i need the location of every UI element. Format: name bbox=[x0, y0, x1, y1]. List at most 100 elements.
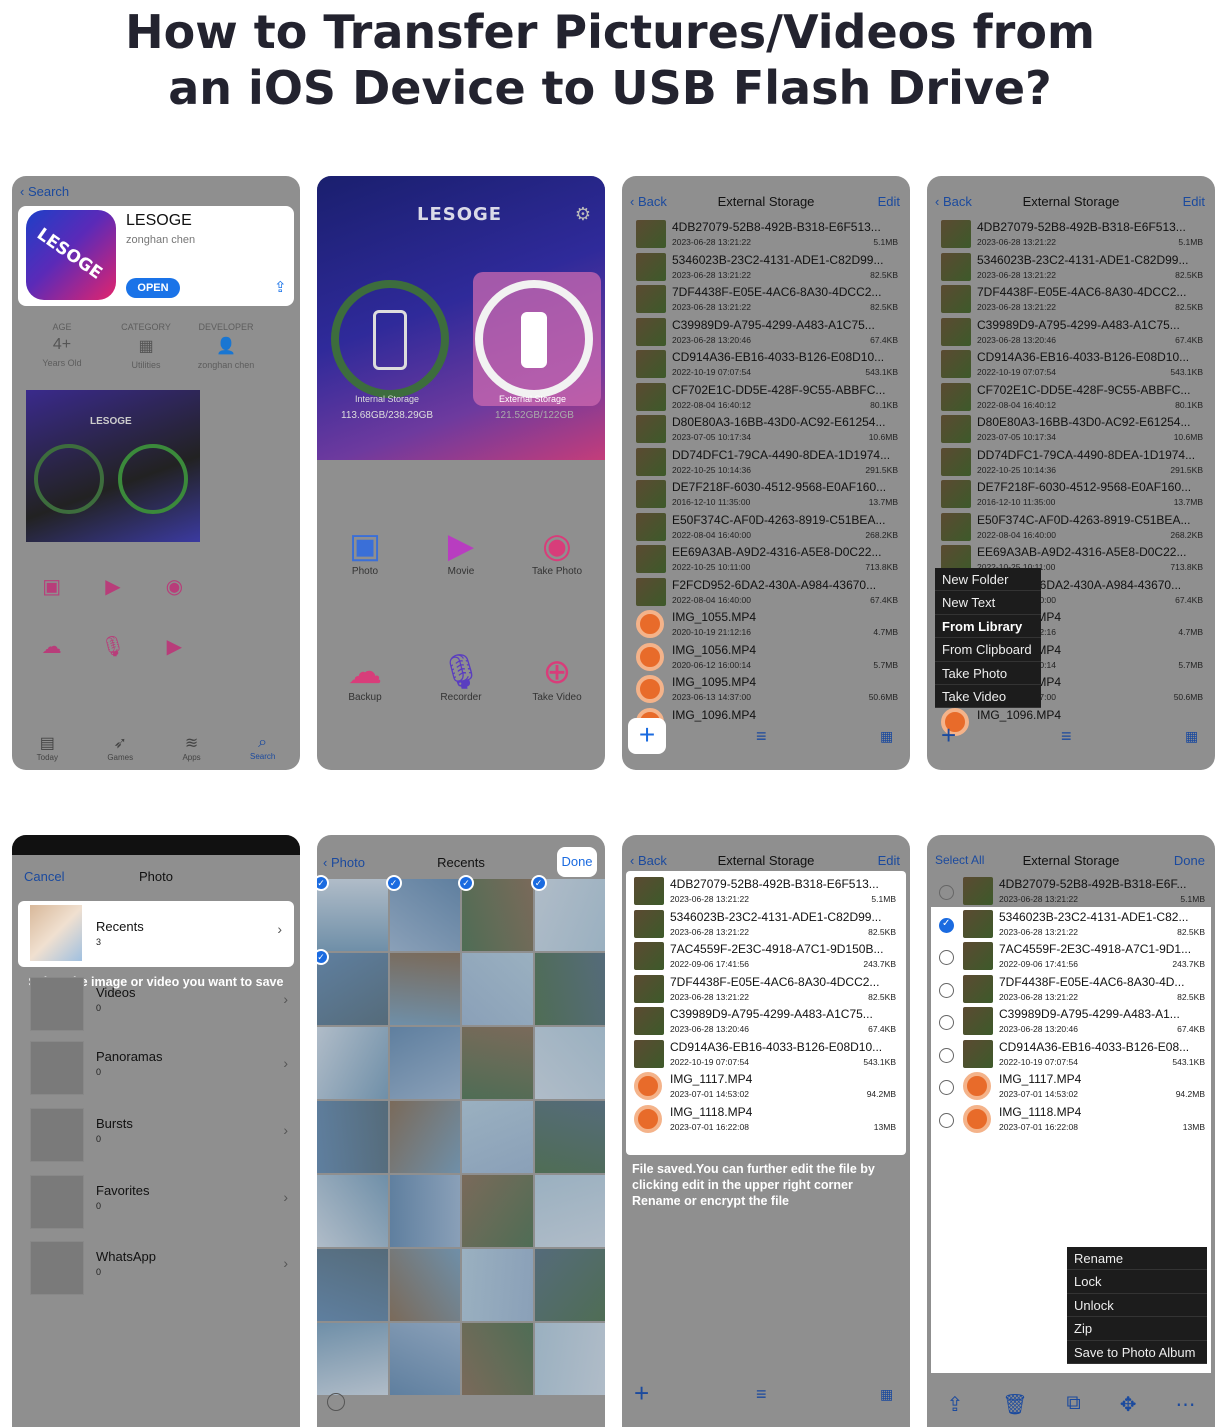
photo-thumbnail[interactable] bbox=[534, 1249, 605, 1321]
photo-thumbnail[interactable] bbox=[534, 953, 605, 1025]
album-whatsapp[interactable]: WhatsApp 0 › bbox=[12, 1235, 300, 1301]
photo-thumbnail[interactable] bbox=[534, 1027, 605, 1099]
photo-thumbnail[interactable] bbox=[534, 1175, 605, 1247]
video-file-row[interactable]: IMG_1117.MP4 2023-07-01 14:53:02 94.2MB bbox=[634, 1070, 902, 1103]
select-circle-icon[interactable] bbox=[327, 1393, 345, 1411]
photo-thumbnail[interactable] bbox=[389, 1027, 460, 1099]
menu-zip[interactable]: Zip bbox=[1067, 1317, 1207, 1341]
image-file-row[interactable]: C39989D9-A795-4299-A483-A1C75... 2023-06-… bbox=[941, 316, 1209, 349]
photo-thumbnail[interactable] bbox=[317, 1323, 388, 1395]
image-file-row[interactable]: CD914A36-EB16-4033-B126-E08D10... 2022-10… bbox=[634, 1038, 902, 1071]
add-button[interactable]: + bbox=[941, 720, 956, 751]
menu-unlock[interactable]: Unlock bbox=[1067, 1294, 1207, 1318]
album-videos[interactable]: Videos 0 › bbox=[12, 971, 300, 1037]
photo-thumbnail[interactable]: ✓ bbox=[317, 949, 388, 1025]
menu-lock[interactable]: Lock bbox=[1067, 1270, 1207, 1294]
action-photo[interactable]: ▣ Photo bbox=[317, 526, 413, 577]
image-file-row[interactable]: F2FCD952-6DA2-430A-A984-43670... 2022-08-… bbox=[636, 576, 904, 609]
video-file-row[interactable]: IMG_1118.MP4 2023-07-01 16:22:08 13MB bbox=[634, 1103, 902, 1136]
image-file-row[interactable]: 5346023B-23C2-4131-ADE1-C82... 2023-06-28… bbox=[931, 908, 1211, 941]
edit-button[interactable]: Edit bbox=[878, 194, 900, 209]
photo-thumbnail[interactable] bbox=[389, 1101, 460, 1173]
video-file-row[interactable]: IMG_1096.MP4 bbox=[941, 706, 1209, 739]
image-file-row[interactable]: 7AC4559F-2E3C-4918-A7C1-9D150B... 2022-09… bbox=[634, 940, 902, 973]
video-file-row[interactable]: IMG_1056.MP4 2020-06-12 16:00:14 5.7MB bbox=[636, 641, 904, 674]
action-movie[interactable]: ▶ Movie bbox=[413, 526, 509, 577]
photo-thumbnail[interactable] bbox=[389, 1323, 460, 1395]
sort-icon[interactable]: ≡ bbox=[756, 726, 767, 747]
move-icon[interactable]: ✥ bbox=[1120, 1392, 1137, 1417]
video-file-row[interactable]: IMG_1118.MP4 2023-07-01 16:22:08 13MB bbox=[931, 1103, 1211, 1136]
image-file-row[interactable]: E50F374C-AF0D-4263-8919-C51BEA... 2022-08… bbox=[636, 511, 904, 544]
grid-view-icon[interactable]: ▦ bbox=[880, 728, 893, 745]
photo-thumbnail[interactable]: ✓ bbox=[317, 875, 388, 951]
copy-icon[interactable]: ⧉ bbox=[1067, 1392, 1081, 1417]
checkbox-icon[interactable] bbox=[939, 1047, 954, 1063]
trash-icon[interactable]: 🗑 bbox=[1002, 1392, 1027, 1417]
checkbox-icon[interactable] bbox=[939, 950, 954, 965]
image-file-row[interactable]: DE7F218F-6030-4512-9568-E0AF160... 2016-1… bbox=[636, 478, 904, 511]
settings-gear-icon[interactable]: ⚙ bbox=[575, 204, 591, 225]
edit-button[interactable]: Edit bbox=[878, 853, 900, 868]
image-file-row[interactable]: CF702E1C-DD5E-428F-9C55-ABBFC... 2022-08-… bbox=[941, 381, 1209, 414]
photo-thumbnail[interactable] bbox=[462, 1027, 533, 1099]
menu-save-to-photo-album[interactable]: Save to Photo Album bbox=[1067, 1341, 1207, 1364]
grid-view-icon[interactable]: ▦ bbox=[880, 1386, 893, 1403]
photo-thumbnail[interactable] bbox=[462, 953, 533, 1025]
checkbox-icon[interactable] bbox=[939, 1112, 954, 1128]
grid-view-icon[interactable]: ▦ bbox=[1185, 728, 1198, 745]
share-icon[interactable]: ⇪ bbox=[274, 278, 287, 296]
photo-thumbnail[interactable] bbox=[389, 953, 460, 1025]
menu-rename[interactable]: Rename bbox=[1067, 1247, 1207, 1271]
image-file-row[interactable]: C39989D9-A795-4299-A483-A1C75... 2023-06-… bbox=[634, 1005, 902, 1038]
image-file-row[interactable]: 7DF4438F-E05E-4AC6-8A30-4DCC2... 2023-06-… bbox=[634, 973, 902, 1006]
image-file-row[interactable]: 7AC4559F-2E3C-4918-A7C1-9D1... 2022-09-06… bbox=[931, 940, 1211, 973]
done-button[interactable]: Done bbox=[1174, 853, 1205, 868]
video-file-row[interactable]: IMG_1095.MP4 2023-06-13 14:37:00 50.6MB bbox=[636, 673, 904, 706]
search-back-link[interactable]: ‹ Search bbox=[20, 184, 69, 199]
photo-thumbnail[interactable] bbox=[462, 1101, 533, 1173]
photo-thumbnail[interactable] bbox=[317, 1249, 388, 1321]
action-take-photo[interactable]: ◉ Take Photo bbox=[509, 526, 605, 577]
external-storage-ring[interactable] bbox=[475, 280, 593, 398]
action-recorder[interactable]: 🎙 Recorder bbox=[413, 652, 509, 703]
app-screenshot[interactable]: LESOGE bbox=[26, 390, 200, 542]
video-file-row[interactable]: IMG_1055.MP4 2020-10-19 21:12:16 4.7MB bbox=[636, 608, 904, 641]
image-file-row[interactable]: D80E80A3-16BB-43D0-AC92-E61254... 2023-07… bbox=[941, 413, 1209, 446]
checkbox-icon[interactable] bbox=[939, 1015, 954, 1030]
image-file-row[interactable]: D80E80A3-16BB-43D0-AC92-E61254... 2023-07… bbox=[636, 413, 904, 446]
action-backup[interactable]: ☁ Backup bbox=[317, 652, 413, 703]
photo-thumbnail[interactable] bbox=[317, 1175, 388, 1247]
image-file-row[interactable]: E50F374C-AF0D-4263-8919-C51BEA... 2022-08… bbox=[941, 511, 1209, 544]
image-file-row[interactable]: 4DB27079-52B8-492B-B318-E6F513... 2023-06… bbox=[636, 218, 904, 251]
image-file-row[interactable]: 7DF4438F-E05E-4AC6-8A30-4DCC2... 2023-06-… bbox=[941, 283, 1209, 316]
done-button[interactable]: Done bbox=[557, 847, 597, 877]
album-panoramas[interactable]: Panoramas 0 › bbox=[12, 1035, 300, 1101]
image-file-row[interactable]: DD74DFC1-79CA-4490-8DEA-1D1974... 2022-10… bbox=[941, 446, 1209, 479]
more-icon[interactable]: ⋯ bbox=[1175, 1392, 1195, 1417]
photo-thumbnail[interactable] bbox=[462, 1175, 533, 1247]
checkbox-checked-icon[interactable] bbox=[939, 917, 954, 933]
menu-take-video[interactable]: Take Video bbox=[935, 685, 1041, 709]
photo-thumbnail[interactable] bbox=[534, 1101, 605, 1173]
checkbox-icon[interactable] bbox=[939, 982, 954, 998]
menu-new-text[interactable]: New Text bbox=[935, 591, 1041, 615]
open-button[interactable]: OPEN bbox=[126, 278, 180, 298]
image-file-row[interactable]: CD914A36-EB16-4033-B126-E08... 2022-10-19… bbox=[931, 1038, 1211, 1071]
photo-thumbnail[interactable] bbox=[389, 1175, 460, 1247]
checkbox-icon[interactable] bbox=[939, 885, 954, 900]
image-file-row[interactable]: CD914A36-EB16-4033-B126-E08D10... 2022-10… bbox=[941, 348, 1209, 381]
sort-icon[interactable]: ≡ bbox=[756, 1384, 767, 1405]
photo-thumbnail[interactable] bbox=[317, 1101, 388, 1173]
internal-storage-ring[interactable] bbox=[331, 280, 449, 398]
image-file-row[interactable]: 5346023B-23C2-4131-ADE1-C82D99... 2023-06… bbox=[941, 251, 1209, 284]
video-file-row[interactable]: IMG_1096.MP4 bbox=[636, 706, 904, 739]
photo-thumbnail[interactable] bbox=[317, 1027, 388, 1099]
tab-search[interactable]: ⌕ Search bbox=[250, 734, 275, 761]
photo-thumbnail[interactable] bbox=[462, 1249, 533, 1321]
image-file-row[interactable]: EE69A3AB-A9D2-4316-A5E8-D0C22... 2022-10-… bbox=[636, 543, 904, 576]
tab-games[interactable]: ➶ Games bbox=[107, 733, 133, 762]
album-bursts[interactable]: Bursts 0 › bbox=[12, 1102, 300, 1168]
photo-thumbnail[interactable]: ✓ bbox=[458, 875, 533, 951]
image-file-row[interactable]: 4DB27079-52B8-492B-B318-E6F... 2023-06-28… bbox=[931, 875, 1211, 908]
